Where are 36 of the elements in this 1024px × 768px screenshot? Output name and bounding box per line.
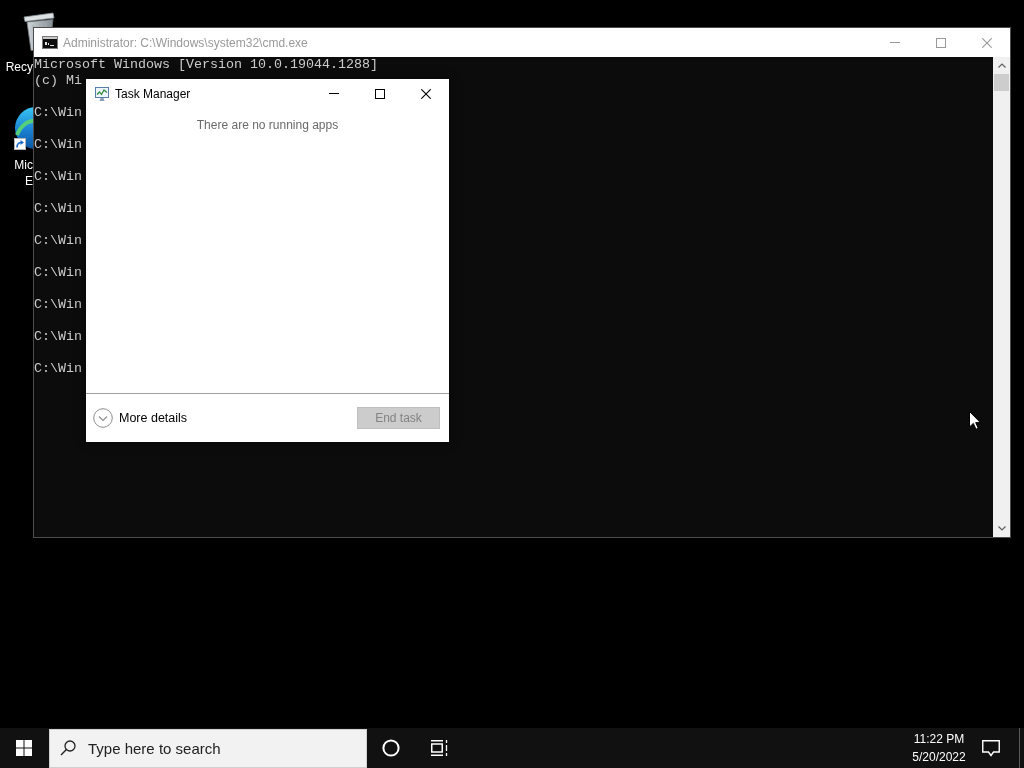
search-icon[interactable] [60, 740, 76, 756]
desktop-icon-label[interactable]: Mic [14, 157, 33, 173]
scrollbar-thumb[interactable] [994, 74, 1009, 91]
ring-icon[interactable] [382, 739, 400, 757]
window-title: Administrator: C:\Windows\system32\cmd.exe [63, 35, 309, 50]
console-line: C:\Win [34, 137, 82, 153]
monitor-chart-icon [94, 85, 110, 102]
terminal-icon [42, 36, 58, 49]
speech-bubble-icon[interactable] [982, 739, 1000, 757]
chevron-up-icon[interactable] [997, 63, 1006, 68]
search-field[interactable]: Type here to search [49, 728, 367, 768]
chevron-down-icon[interactable] [997, 526, 1006, 531]
maximize-icon[interactable] [375, 88, 385, 99]
console-line: C:\Win [34, 169, 82, 185]
clock-date[interactable]: 5/20/2022 [912, 748, 966, 766]
console-line: (c) Mi [34, 73, 82, 89]
console-line: C:\Win [34, 329, 82, 345]
console-line: Microsoft Windows [Version 10.0.19044.1288] [34, 57, 378, 73]
empty-message: There are no running apps [196, 118, 339, 133]
clock-button[interactable]: 11:22 PM 5/20/2022 [902, 728, 976, 768]
chevron-circle-icon[interactable] [93, 408, 113, 428]
desktop-icon-label[interactable]: E [25, 173, 33, 189]
desktop-icon-label[interactable]: Recy [5, 59, 33, 75]
window-title: Task Manager [115, 86, 192, 101]
scrollbar[interactable] [993, 57, 1010, 537]
close-icon[interactable] [421, 88, 431, 99]
console-line: C:\Win [34, 361, 82, 377]
console-line: C:\Win [34, 265, 82, 281]
console-line: C:\Win [34, 201, 82, 217]
task-view-icon[interactable] [430, 740, 448, 756]
console-line: C:\Win [34, 297, 82, 313]
more-details-button[interactable]: More details [93, 408, 188, 428]
console-line: C:\Win [34, 105, 82, 121]
mouse-pointer-icon [969, 411, 981, 430]
clock-time[interactable]: 11:22 PM [913, 730, 965, 748]
console-line: C:\Win [34, 233, 82, 249]
